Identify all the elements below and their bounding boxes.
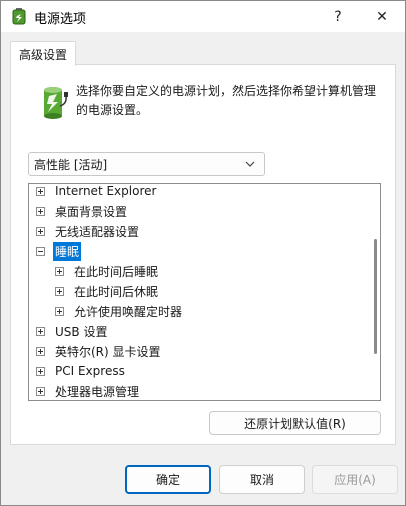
close-button[interactable]: ✕ bbox=[359, 1, 405, 32]
tree-row-processor-power[interactable]: 处理器电源管理 bbox=[36, 381, 141, 400]
tree-row-label: USB 设置 bbox=[55, 324, 108, 339]
tree-row-sleep-after[interactable]: 在此时间后睡眠 bbox=[55, 261, 160, 281]
tree-row-usb-settings[interactable]: USB 设置 bbox=[36, 321, 109, 341]
tree-row-sleep[interactable]: 睡眠 bbox=[36, 241, 82, 261]
tree-row-wireless-adapter[interactable]: 无线适配器设置 bbox=[36, 221, 141, 241]
apply-button[interactable]: 应用(A) bbox=[312, 465, 398, 494]
expand-icon[interactable] bbox=[36, 226, 45, 236]
tree-row-internet-explorer[interactable]: Internet Explorer bbox=[36, 184, 158, 201]
chevron-down-icon bbox=[245, 161, 255, 167]
window-title: 电源选项 bbox=[34, 12, 87, 27]
power-settings-tree[interactable]: Internet Explorer 桌面背景设置 无线适配器设置 睡眠 在此时间… bbox=[28, 183, 381, 401]
tree-row-intel-graphics[interactable]: 英特尔(R) 显卡设置 bbox=[36, 341, 163, 361]
tree-row-label: 英特尔(R) 显卡设置 bbox=[55, 344, 161, 359]
expand-icon[interactable] bbox=[55, 286, 64, 296]
expand-icon[interactable] bbox=[55, 306, 64, 316]
tree-row-desktop-background[interactable]: 桌面背景设置 bbox=[36, 201, 129, 221]
tree-row-wake-timers[interactable]: 允许使用唤醒定时器 bbox=[55, 301, 184, 321]
power-plan-select[interactable]: 高性能 [活动] bbox=[28, 152, 265, 176]
tree-row-label: 允许使用唤醒定时器 bbox=[74, 304, 183, 319]
help-button[interactable]: ? bbox=[315, 1, 361, 32]
expand-icon[interactable] bbox=[36, 206, 45, 216]
tab-advanced-settings[interactable]: 高级设置 bbox=[10, 41, 76, 66]
title-bar: 电源选项 ? ✕ bbox=[1, 1, 405, 32]
expand-icon[interactable] bbox=[36, 366, 45, 376]
tree-row-label: 在此时间后睡眠 bbox=[74, 264, 159, 279]
tree-row-label: 处理器电源管理 bbox=[55, 384, 140, 399]
tree-row-label: PCI Express bbox=[55, 364, 125, 378]
power-options-icon bbox=[12, 8, 26, 25]
collapse-icon[interactable] bbox=[36, 246, 45, 256]
power-options-dialog: 电源选项 ? ✕ 高级设置 选择你要自定义的电源计划，然后选择你希望计算机管理的… bbox=[0, 0, 406, 506]
tree-row-label: Internet Explorer bbox=[55, 184, 157, 198]
tree-row-label: 睡眠 bbox=[53, 241, 82, 261]
restore-defaults-button[interactable]: 还原计划默认值(R) bbox=[209, 411, 381, 435]
ok-button[interactable]: 确定 bbox=[125, 465, 211, 494]
power-plan-value: 高性能 [活动] bbox=[34, 157, 108, 172]
expand-icon[interactable] bbox=[36, 186, 45, 196]
tree-row-label: 桌面背景设置 bbox=[55, 204, 128, 219]
tree-row-label: 在此时间后休眠 bbox=[74, 284, 159, 299]
battery-icon bbox=[44, 87, 68, 119]
description-text: 选择你要自定义的电源计划，然后选择你希望计算机管理的电源设置。 bbox=[76, 84, 377, 117]
expand-icon[interactable] bbox=[55, 266, 64, 276]
advanced-settings-panel: 选择你要自定义的电源计划，然后选择你希望计算机管理的电源设置。 高性能 [活动]… bbox=[10, 64, 396, 445]
cancel-button[interactable]: 取消 bbox=[219, 465, 305, 494]
expand-icon[interactable] bbox=[36, 386, 45, 396]
tree-scrollbar[interactable] bbox=[374, 239, 377, 354]
tab-strip: 高级设置 bbox=[10, 41, 396, 66]
expand-icon[interactable] bbox=[36, 326, 45, 336]
tree-row-label: 无线适配器设置 bbox=[55, 224, 140, 239]
expand-icon[interactable] bbox=[36, 346, 45, 356]
tree-row-hibernate-after[interactable]: 在此时间后休眠 bbox=[55, 281, 160, 301]
tree-row-pci-express[interactable]: PCI Express bbox=[36, 361, 127, 381]
